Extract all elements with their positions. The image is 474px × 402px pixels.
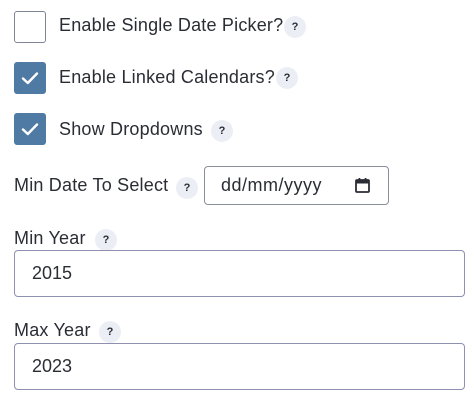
min-year-input[interactable]: 2015 bbox=[14, 250, 465, 297]
max-year-help-icon[interactable]: ? bbox=[99, 321, 121, 343]
show-dropdowns-checkbox[interactable] bbox=[14, 113, 46, 145]
min-year-help-icon[interactable]: ? bbox=[95, 229, 117, 251]
single-date-picker-label: Enable Single Date Picker? bbox=[59, 15, 284, 35]
checkmark-icon bbox=[21, 72, 39, 85]
min-year-label: Min Year bbox=[14, 228, 86, 248]
show-dropdowns-help-icon[interactable]: ? bbox=[211, 120, 233, 142]
single-date-picker-help-icon[interactable]: ? bbox=[284, 16, 306, 38]
linked-calendars-checkbox[interactable] bbox=[14, 62, 46, 94]
calendar-icon[interactable] bbox=[354, 178, 370, 194]
min-date-value: dd/mm/yyyy bbox=[221, 175, 323, 195]
checkmark-icon bbox=[21, 123, 39, 136]
linked-calendars-label: Enable Linked Calendars? bbox=[59, 67, 275, 87]
single-date-picker-checkbox[interactable] bbox=[14, 11, 46, 43]
max-year-label: Max Year bbox=[14, 320, 91, 340]
min-date-label: Min Date To Select bbox=[14, 175, 169, 195]
min-year-value: 2015 bbox=[32, 263, 73, 283]
max-year-input[interactable]: 2023 bbox=[14, 343, 465, 390]
min-date-input[interactable]: dd/mm/yyyy bbox=[204, 166, 389, 205]
date-picker-settings-form: Enable Single Date Picker? ? Enable Link… bbox=[0, 0, 474, 402]
max-year-value: 2023 bbox=[32, 356, 73, 376]
linked-calendars-help-icon[interactable]: ? bbox=[276, 67, 298, 89]
show-dropdowns-label: Show Dropdowns bbox=[59, 119, 203, 139]
min-date-help-icon[interactable]: ? bbox=[176, 177, 198, 199]
